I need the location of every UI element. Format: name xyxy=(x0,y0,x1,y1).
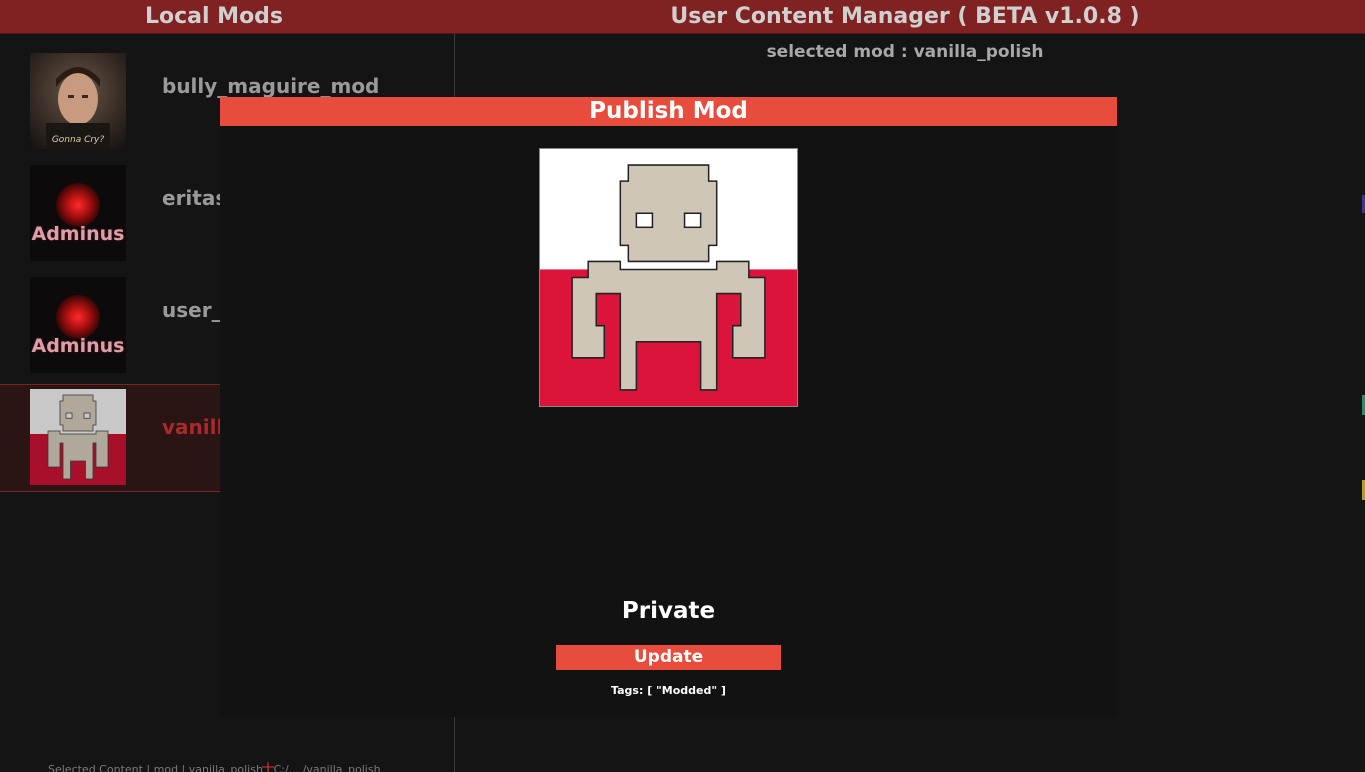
publish-mod-modal-title: Publish Mod xyxy=(220,97,1117,126)
crosshair-cursor-icon xyxy=(262,762,274,772)
face-photo-thumbnail-icon: Gonna Cry? xyxy=(30,53,126,149)
adminus-thumbnail-icon: Adminus xyxy=(30,165,126,261)
update-button[interactable]: Update xyxy=(556,645,781,670)
red-glow-icon xyxy=(56,295,100,339)
thumbnail-caption: Adminus xyxy=(31,335,125,357)
mod-preview-image xyxy=(539,148,798,407)
adminus-thumbnail-icon: Adminus xyxy=(30,277,126,373)
mod-name: bully_maguire_mod xyxy=(162,74,380,98)
tags-label: Tags: [ "Modded" ] xyxy=(611,684,726,697)
top-header-bar: Local Mods User Content Manager ( BETA v… xyxy=(0,0,1365,34)
thumbnail-caption: Gonna Cry? xyxy=(51,135,105,145)
polish-robot-icon xyxy=(540,149,797,406)
local-mods-title: Local Mods xyxy=(144,4,284,29)
status-bar: Selected Content | mod | vanilla_polish … xyxy=(48,763,381,772)
manager-title: User Content Manager ( BETA v1.0.8 ) xyxy=(670,4,1140,29)
mod-name: eritas xyxy=(162,186,228,210)
selected-mod-label: selected mod : vanilla_polish xyxy=(766,42,1044,62)
visibility-label: Private xyxy=(621,598,716,624)
red-glow-icon xyxy=(56,183,100,227)
thumbnail-caption: Adminus xyxy=(31,223,125,245)
polish-robot-thumbnail-icon xyxy=(30,389,126,485)
